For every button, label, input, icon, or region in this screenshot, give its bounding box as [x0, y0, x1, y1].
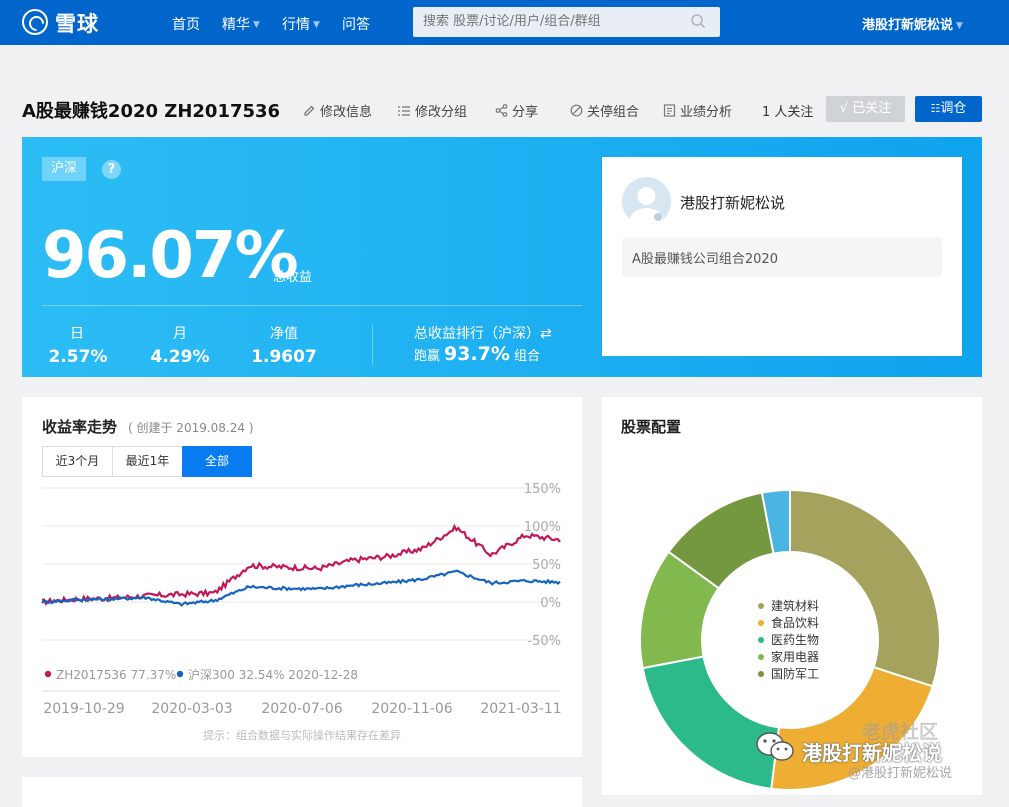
y-tick-label: 100%: [524, 520, 561, 535]
pencil-icon: [304, 105, 315, 116]
monthly-label: 月: [173, 326, 187, 342]
followers-count[interactable]: 1 人关注: [762, 101, 813, 120]
series-line[interactable]: [41, 569, 561, 607]
legend-entry[interactable]: ZH2017536 77.37%: [56, 668, 176, 682]
chart-title: 收益率走势: [42, 418, 118, 436]
legend-item[interactable]: 家用电器: [758, 648, 819, 665]
daily-value: 2.57%: [48, 347, 108, 367]
legend-item[interactable]: 建筑材料: [758, 597, 819, 614]
nav-featured[interactable]: 精华 ▼: [222, 14, 260, 34]
report-icon: [663, 104, 676, 117]
top-nav: 雪球 首页 精华▼ 行情▼ 问答 港股打新妮松说▼: [0, 0, 1009, 45]
total-return-label: 总收益: [273, 270, 313, 285]
legend-marker: [758, 653, 764, 660]
owner-name[interactable]: 港股打新妮松说: [680, 192, 785, 213]
legend-label: 国防军工: [771, 667, 820, 681]
legend-marker: [176, 670, 184, 678]
chevron-down-icon: ▼: [253, 20, 260, 30]
range-1-year-button[interactable]: 最近1年: [112, 446, 183, 477]
owner-card: 港股打新妮松说 A股最赚钱公司组合2020: [602, 157, 962, 356]
legend-item[interactable]: 国防军工: [758, 665, 819, 682]
close-portfolio-button[interactable]: 关停组合: [570, 101, 639, 120]
nav-label: 净值: [270, 326, 298, 342]
legend-entry[interactable]: 沪深300 32.54% 2020-12-28: [188, 668, 358, 682]
summary-panel: 沪深 ? 96.07% 总收益 日 2.57% 月 4.29% 净值 1.960…: [22, 137, 982, 377]
x-tick-label: 2020-03-03: [151, 701, 232, 717]
total-return-value: 96.07%: [42, 219, 299, 293]
divider: [372, 325, 373, 365]
search-icon[interactable]: [690, 13, 706, 29]
legend-marker: [758, 670, 764, 677]
chevron-down-icon: ▼: [313, 20, 320, 30]
legend-label: 医药生物: [771, 633, 820, 647]
share-button[interactable]: 分享: [495, 101, 538, 120]
range-all-button[interactable]: 全部: [182, 446, 252, 477]
legend-label: 食品饮料: [771, 616, 820, 630]
legend-label: 家用电器: [771, 650, 820, 664]
avatar[interactable]: [622, 177, 671, 226]
rank-toggle[interactable]: 总收益排行（沪深）⇄: [414, 323, 552, 343]
legend-marker: [758, 619, 764, 626]
y-tick-label: 150%: [524, 482, 561, 497]
performance-analysis-button[interactable]: 业绩分析: [663, 101, 732, 120]
wechat-icon: [756, 732, 794, 761]
edit-info-button[interactable]: 修改信息: [303, 101, 372, 120]
x-tick-label: 2021-03-11: [480, 701, 561, 717]
y-tick-label: 50%: [532, 558, 561, 573]
user-avatar-icon: [629, 187, 664, 226]
logo-text[interactable]: 雪球: [55, 8, 99, 38]
rebalance-icon: ☷: [930, 102, 941, 115]
legend-marker: [758, 602, 764, 609]
rank-suffix: 组合: [513, 349, 540, 364]
chart-hint: 提示：组合数据与实际操作结果存在差异: [203, 729, 401, 742]
monthly-value: 4.29%: [150, 347, 210, 367]
search-input[interactable]: [423, 14, 683, 29]
page-title: A股最赚钱2020 ZH2017536: [22, 101, 281, 122]
rank-line: 跑赢 93.7% 组合: [414, 343, 540, 365]
series-line[interactable]: [41, 523, 561, 606]
daily-label: 日: [70, 326, 84, 342]
legend-item[interactable]: 食品饮料: [758, 614, 819, 631]
watermark-text: @港股打新妮松说: [848, 766, 953, 781]
market-tag: 沪深: [42, 157, 86, 181]
rank-prefix: 跑赢: [414, 349, 441, 364]
portfolio-description: A股最赚钱公司组合2020: [622, 237, 942, 277]
legend-label: 建筑材料: [771, 599, 820, 613]
return-chart-card: 收益率走势 ( 创建于 2019.08.24 ) 近3个月 最近1年 全部 15…: [22, 397, 582, 757]
nav-value: 1.9607: [251, 347, 317, 367]
range-3-months-button[interactable]: 近3个月: [42, 446, 113, 477]
chart-created-date: ( 创建于 2019.08.24 ): [128, 421, 254, 435]
xueqiu-logo-icon[interactable]: [22, 9, 48, 35]
chevron-down-icon: ▼: [956, 20, 963, 31]
edit-group-button[interactable]: 修改分组: [397, 101, 467, 120]
x-tick-label: 2019-10-29: [43, 701, 124, 717]
followed-button[interactable]: √ 已关注: [826, 96, 905, 122]
ban-icon: [570, 104, 583, 117]
nav-market[interactable]: 行情 ▼: [282, 14, 320, 34]
legend-item[interactable]: 医药生物: [758, 631, 819, 648]
list-icon: [398, 106, 410, 116]
rebalance-button[interactable]: ☷调仓: [915, 96, 982, 122]
next-card: [22, 777, 582, 807]
help-icon[interactable]: ?: [102, 160, 121, 179]
legend-marker: [44, 670, 52, 678]
legend-marker: [758, 636, 764, 643]
divider: [42, 305, 582, 306]
allocation-title: 股票配置: [621, 418, 682, 436]
y-tick-label: 0%: [540, 596, 561, 611]
x-tick-label: 2020-11-06: [371, 701, 452, 717]
x-tick-label: 2020-07-06: [261, 701, 342, 717]
rank-value: 93.7%: [444, 343, 510, 365]
search-box[interactable]: [413, 7, 720, 37]
return-line-chart[interactable]: 150% 100% 50% 0% -50% ZH2017536 77.37% 沪深300 3…: [22, 477, 582, 727]
share-icon: [495, 104, 508, 117]
y-tick-label: -50%: [527, 634, 561, 649]
user-menu[interactable]: 港股打新妮松说 ▼: [862, 14, 963, 33]
nav-qa[interactable]: 问答: [342, 14, 370, 34]
nav-home[interactable]: 首页: [172, 14, 200, 34]
